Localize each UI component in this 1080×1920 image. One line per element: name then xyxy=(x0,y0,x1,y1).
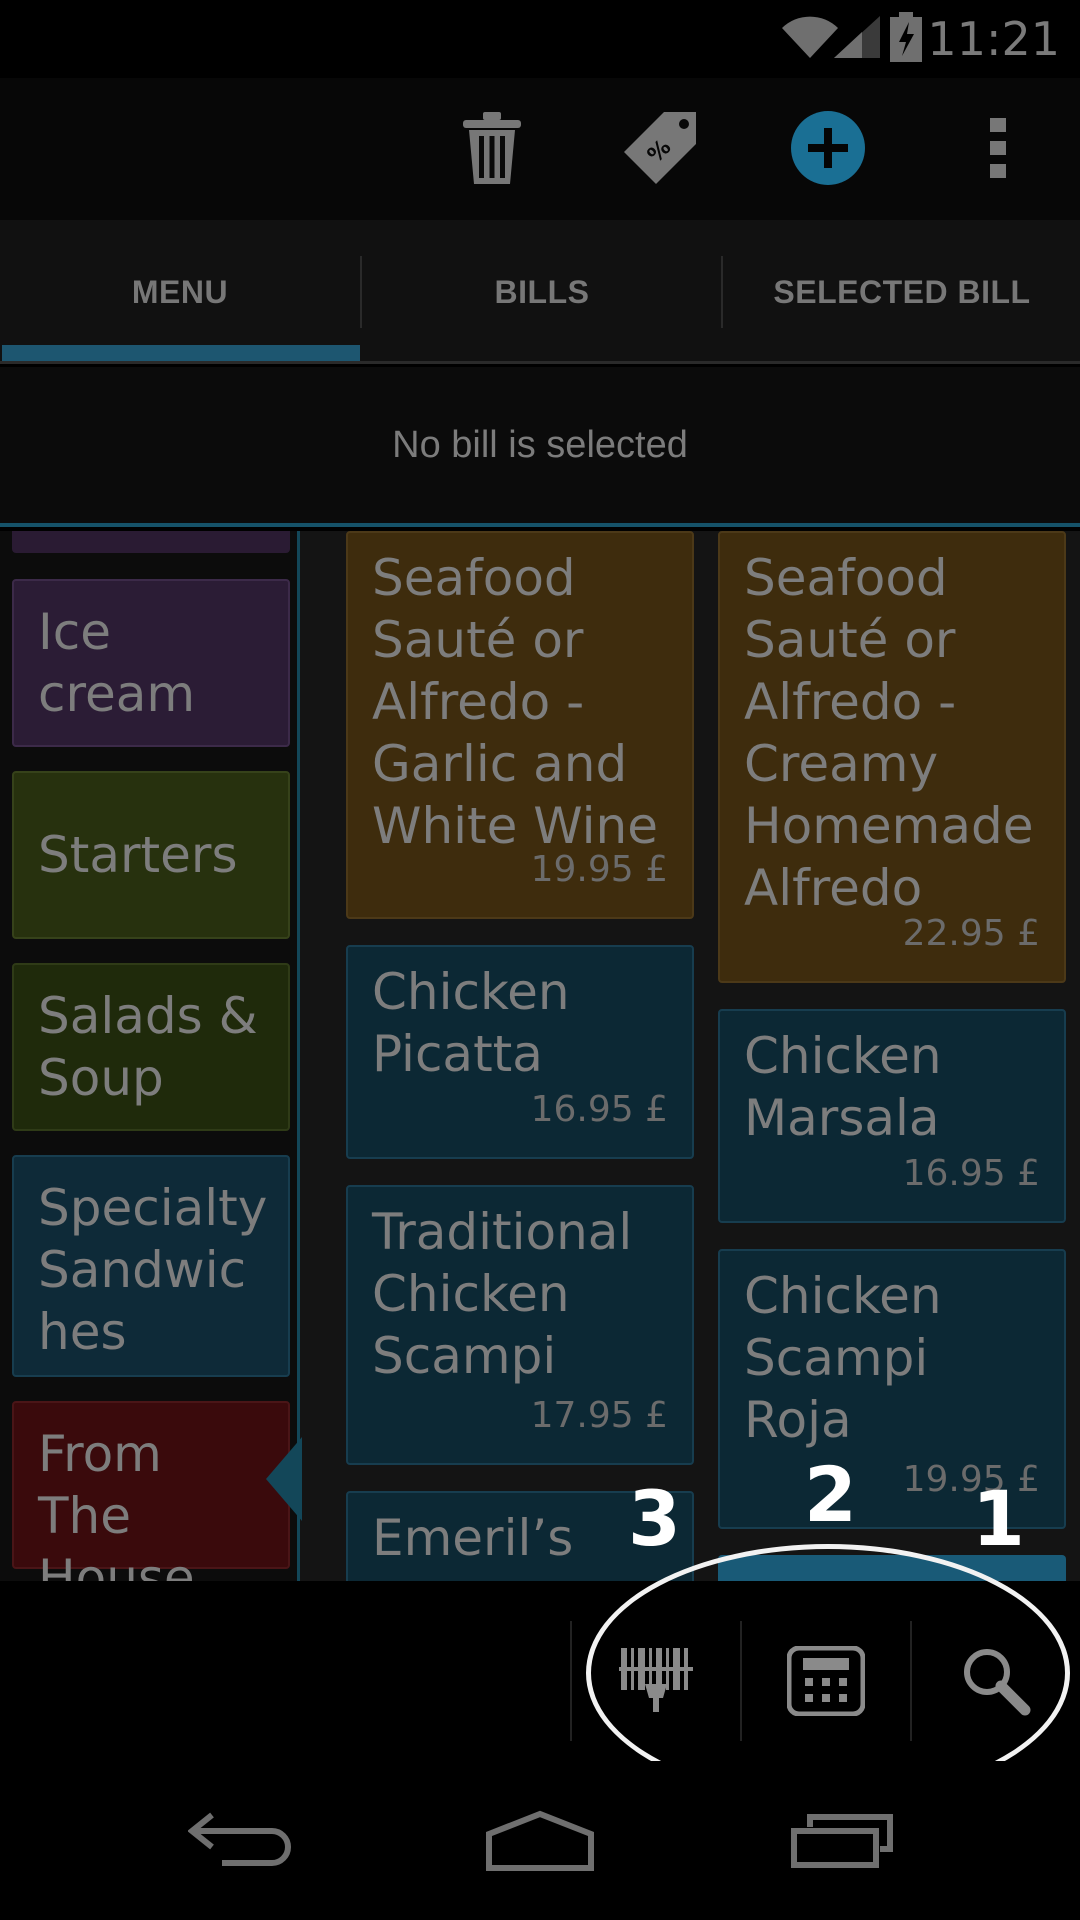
item-name: Alfredo - xyxy=(372,673,585,731)
plus-icon xyxy=(791,111,865,185)
category-label: Starters xyxy=(38,826,238,884)
item-name: Picatta xyxy=(372,1025,543,1083)
category-specialty-sandwiches[interactable]: Specialty Sandwic hes xyxy=(12,1155,290,1377)
tab-selected-bill[interactable]: SELECTED BILL xyxy=(722,220,1080,364)
category-label: Salads & xyxy=(38,987,258,1045)
annotation-number: 1 xyxy=(972,1474,1025,1563)
category-label: cream xyxy=(38,665,196,723)
category-label: From The xyxy=(38,1425,162,1545)
recent-apps-icon xyxy=(791,1814,893,1868)
home-icon xyxy=(486,1810,594,1871)
annotation-number: 3 xyxy=(628,1474,681,1563)
menu-item-seafood-creamy-alfredo[interactable]: Seafood Sauté or Alfredo - Creamy Homema… xyxy=(718,531,1066,983)
menu-item-traditional-chicken-scampi[interactable]: Traditional Chicken Scampi 17.95 £ xyxy=(346,1185,694,1465)
category-label: Ice xyxy=(38,603,111,661)
menu-item-chicken-picatta[interactable]: Chicken Picatta 16.95 £ xyxy=(346,945,694,1159)
status-time: 11:21 xyxy=(927,12,1060,66)
category-label: hes xyxy=(38,1303,127,1361)
item-name: Chicken xyxy=(372,1265,570,1323)
annotation-number: 2 xyxy=(804,1450,857,1539)
item-name: Marsala xyxy=(744,1089,940,1147)
tab-bar: MENU BILLS SELECTED BILL xyxy=(0,220,1080,364)
signal-icon xyxy=(834,16,880,58)
item-name: Homemade xyxy=(744,797,1034,855)
menu-item-seafood-garlic-white-wine[interactable]: Seafood Sauté or Alfredo - Garlic and Wh… xyxy=(346,531,694,919)
item-name: Sauté or xyxy=(744,611,956,669)
more-vertical-icon xyxy=(990,118,1006,178)
battery-icon xyxy=(890,12,922,62)
overflow-menu-button[interactable] xyxy=(958,108,1038,188)
item-name: Sauté or xyxy=(372,611,584,669)
item-price: 16.95 £ xyxy=(530,1089,668,1130)
back-arrow-icon xyxy=(188,1812,291,1866)
category-starters[interactable]: Starters xyxy=(12,771,290,939)
category-ice-cream[interactable]: Ice cream xyxy=(12,579,290,747)
menu-content: Ice cream Starters Salads & Soup Special… xyxy=(0,531,1080,1581)
price-tag-icon: % xyxy=(624,112,696,184)
item-name: Roja xyxy=(744,1391,852,1449)
item-price: 22.95 £ xyxy=(902,913,1040,954)
item-name: Scampi xyxy=(744,1329,929,1387)
item-name: Seafood xyxy=(372,549,576,607)
category-tile-partial[interactable] xyxy=(12,531,290,553)
item-name: Chicken xyxy=(372,963,570,1021)
status-bar: 11:21 xyxy=(0,0,1080,78)
item-name: Alfredo - xyxy=(744,673,957,731)
action-bar: % xyxy=(0,78,1080,220)
category-from-the-house[interactable]: From The House xyxy=(12,1401,290,1581)
item-name: Chicken xyxy=(744,1027,942,1085)
item-name: Emeril’s xyxy=(372,1509,574,1567)
back-button[interactable] xyxy=(170,1801,310,1881)
menu-item-chicken-marsala[interactable]: Chicken Marsala 16.95 £ xyxy=(718,1009,1066,1223)
trash-icon xyxy=(463,112,521,184)
discount-button[interactable]: % xyxy=(620,108,700,188)
category-label: Soup xyxy=(38,1049,164,1107)
recent-apps-button[interactable] xyxy=(772,1801,912,1881)
item-name: Traditional xyxy=(372,1203,633,1261)
category-label: Sandwic xyxy=(38,1241,247,1299)
delete-button[interactable] xyxy=(452,108,532,188)
item-name: Scampi xyxy=(372,1327,557,1385)
bill-status-message: No bill is selected xyxy=(0,367,1080,527)
wifi-icon xyxy=(782,16,838,59)
item-name: Chicken xyxy=(744,1267,942,1325)
system-navigation-bar xyxy=(0,1761,1080,1920)
category-label: Specialty xyxy=(38,1179,268,1237)
selected-category-pointer xyxy=(266,1437,302,1521)
tab-menu[interactable]: MENU xyxy=(0,220,360,364)
item-price: 19.95 £ xyxy=(530,849,668,890)
item-name: Garlic and xyxy=(372,735,628,793)
item-name: Creamy xyxy=(744,735,939,793)
item-price: 17.95 £ xyxy=(530,1395,668,1436)
category-salads-soup[interactable]: Salads & Soup xyxy=(12,963,290,1131)
tab-bills[interactable]: BILLS xyxy=(362,220,722,364)
tab-selection-indicator xyxy=(2,345,360,361)
item-name: Seafood xyxy=(744,549,948,607)
home-button[interactable] xyxy=(470,1801,610,1881)
add-button[interactable] xyxy=(788,108,868,188)
category-list[interactable]: Ice cream Starters Salads & Soup Special… xyxy=(0,531,302,1581)
category-label: House xyxy=(38,1549,195,1581)
item-price: 16.95 £ xyxy=(902,1153,1040,1194)
